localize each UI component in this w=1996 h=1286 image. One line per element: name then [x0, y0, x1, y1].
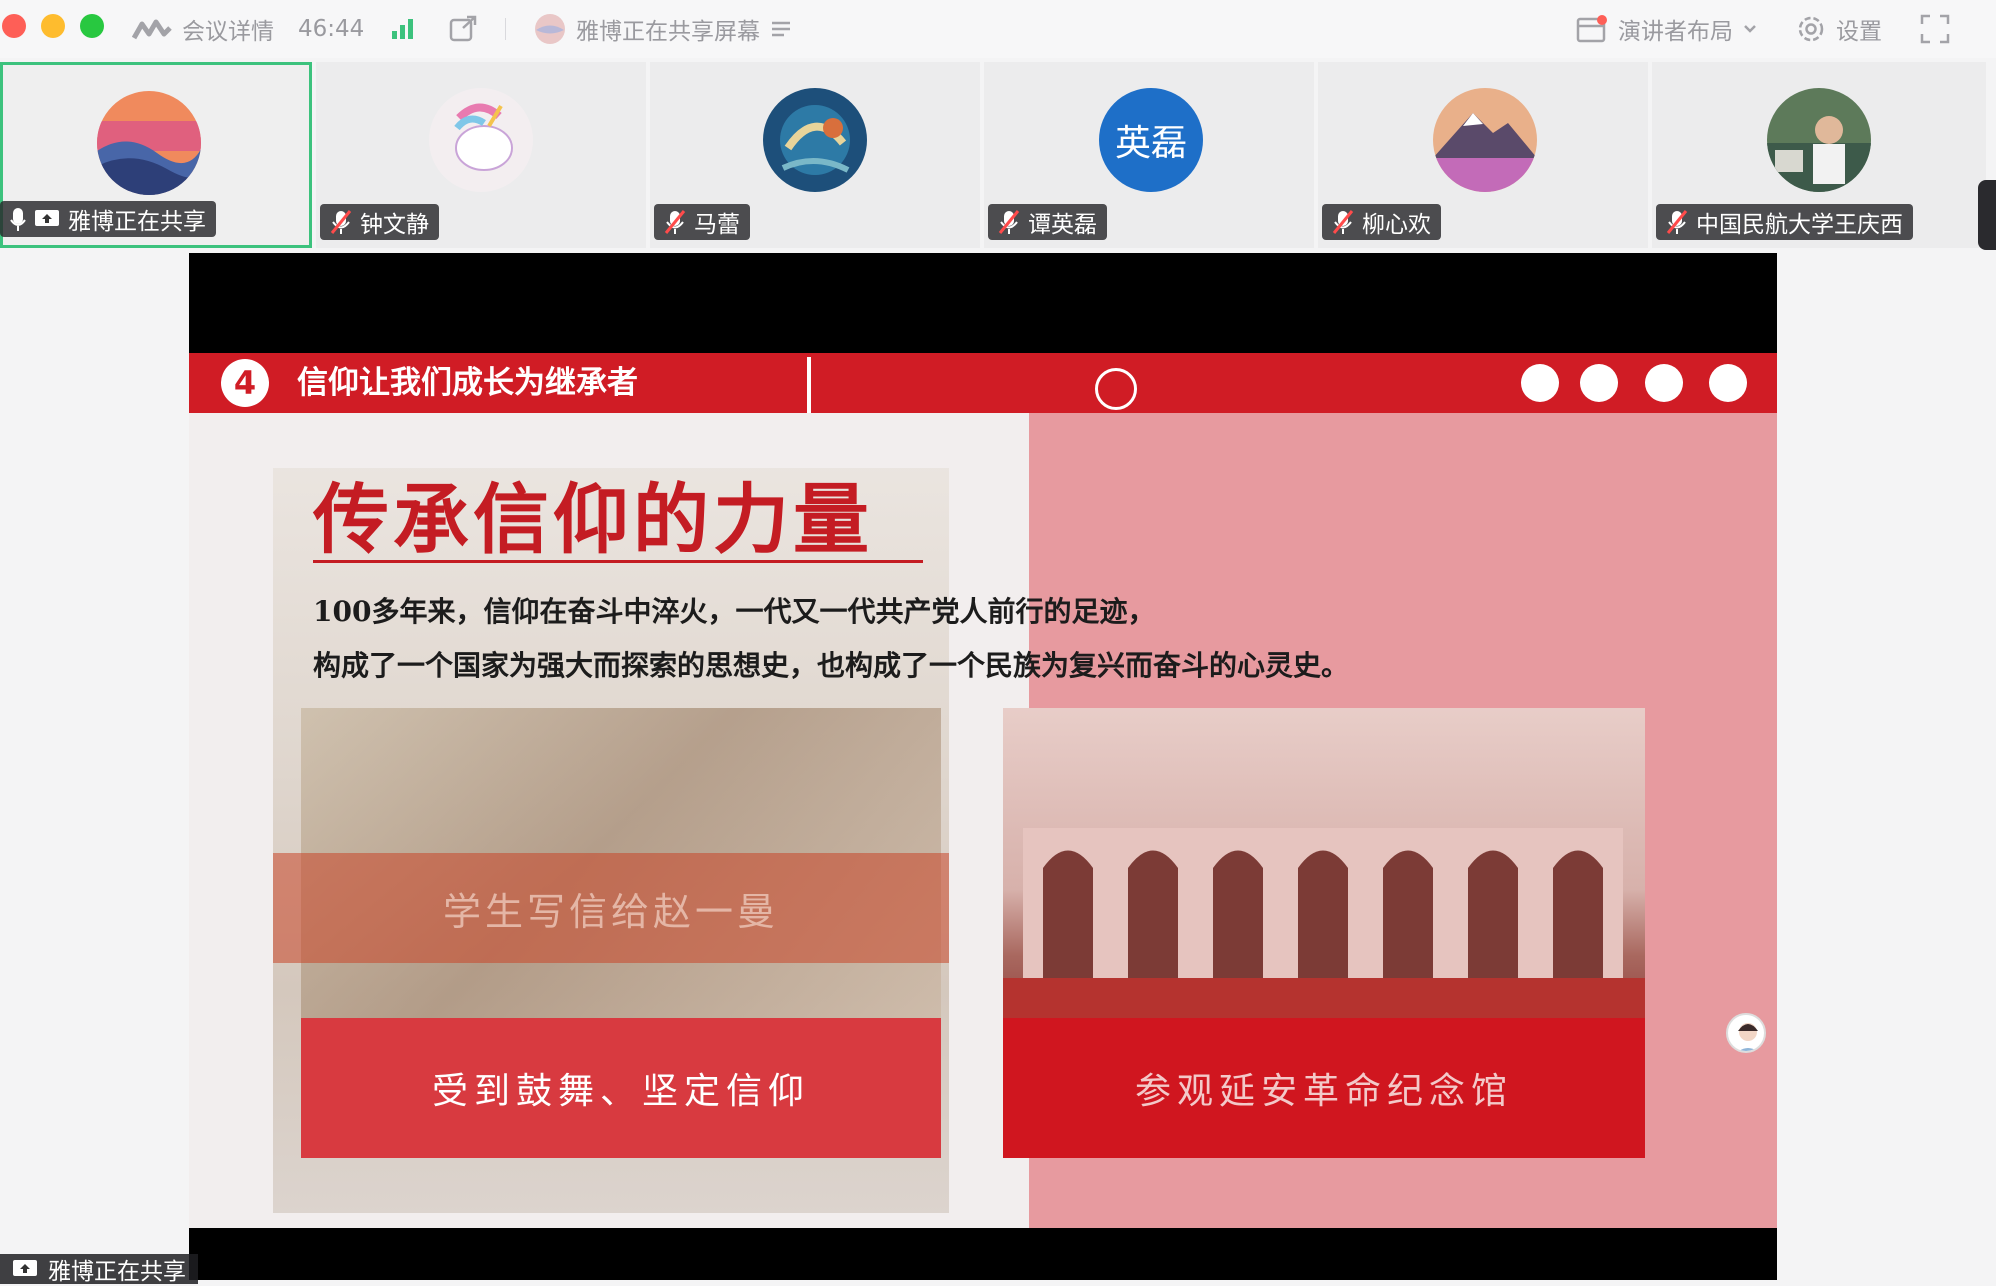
participant-name: 柳心欢: [1362, 212, 1431, 238]
settings-button[interactable]: 设置: [1796, 0, 1882, 58]
meeting-details-button[interactable]: 会议详情: [132, 0, 274, 58]
popout-button[interactable]: [448, 0, 478, 58]
microphone-icon: [10, 206, 26, 232]
fullscreen-icon: [1920, 14, 1950, 44]
participant-name: 谭英磊: [1028, 212, 1097, 238]
participant-avatar: [763, 88, 867, 192]
speaker-layout-label: 演讲者布局: [1618, 19, 1733, 45]
left-photo-banner: 学生写信给赵一曼: [273, 853, 949, 963]
screen-share-icon: [12, 1258, 38, 1280]
mic-off-icon: [998, 209, 1020, 235]
presentation-slide: 4 信仰让我们成长为继承者 传承信仰的力量 100多年来，信仰在奋斗中淬火，一代…: [189, 353, 1777, 1228]
mic-off-icon: [664, 209, 686, 235]
participant-name-tag: 钟文静: [320, 204, 439, 240]
sharing-status-text: 雅博正在共享屏幕: [576, 19, 760, 45]
header-dot-icon: [1580, 364, 1618, 402]
sharer-avatar-icon: [534, 13, 566, 45]
participant-avatar: 英磊: [1099, 88, 1203, 192]
external-link-icon: [448, 15, 478, 43]
slide-section-number: 4: [221, 359, 269, 407]
header-dot-icon: [1645, 364, 1683, 402]
participant-tile[interactable]: 中国民航大学王庆西: [1652, 62, 1986, 248]
bottom-sharing-label: 雅博正在共享: [48, 1259, 186, 1285]
participant-tile[interactable]: 钟文静: [316, 62, 646, 248]
participant-tile[interactable]: 柳心欢: [1318, 62, 1648, 248]
side-panel-handle[interactable]: [1978, 180, 1996, 250]
header-divider: [807, 357, 811, 413]
menu-list-icon[interactable]: [770, 19, 792, 39]
participant-tile[interactable]: 英磊 谭英磊: [984, 62, 1314, 248]
mic-off-icon: [1332, 209, 1354, 235]
chevron-down-icon: [1743, 24, 1757, 34]
mic-off-icon: [330, 209, 352, 235]
minimize-window-button[interactable]: [41, 14, 65, 38]
signal-bars-icon: [390, 17, 416, 41]
gear-icon: [1796, 14, 1826, 44]
meeting-details-label: 会议详情: [182, 19, 274, 45]
screen-share-icon: [34, 208, 60, 230]
header-ring-icon: [1095, 368, 1137, 410]
right-photo-memorial-hall: [1003, 708, 1645, 1038]
toolbar-divider: [505, 18, 506, 40]
speaker-layout-button[interactable]: 演讲者布局: [1576, 0, 1757, 58]
settings-label: 设置: [1836, 19, 1882, 45]
meeting-toolbar: 会议详情 46:44 雅博正在共享屏幕 演讲者布局 设置: [0, 0, 1996, 58]
participant-tile[interactable]: 雅博正在共享: [0, 62, 312, 248]
timer-text: 46:44: [298, 16, 365, 42]
participant-tile[interactable]: 马蕾: [650, 62, 980, 248]
header-dot-icon: [1521, 364, 1559, 402]
participant-name: 雅博正在共享: [68, 209, 206, 235]
participant-avatar: [429, 88, 533, 192]
participant-avatar: [1767, 88, 1871, 192]
title-underline: [313, 560, 923, 563]
participant-strip: 雅博正在共享 钟文静 马蕾 英磊 谭英磊 柳心欢 中国民航大学王庆西: [0, 62, 1996, 248]
participant-name-tag: 雅博正在共享: [0, 201, 216, 237]
paragraph-line: 100多年来，信仰在奋斗中淬火，一代又一代共产党人前行的足迹，: [313, 595, 1156, 628]
participant-name-tag: 谭英磊: [988, 204, 1107, 240]
header-dot-icon: [1709, 364, 1747, 402]
sharing-status[interactable]: 雅博正在共享屏幕: [534, 0, 792, 58]
meeting-timer: 46:44: [298, 0, 364, 58]
participant-name-tag: 马蕾: [654, 204, 750, 240]
memorial-arches-image: [1023, 828, 1623, 978]
participant-avatar: [1433, 88, 1537, 192]
slide-header-bar: 4 信仰让我们成长为继承者: [189, 353, 1777, 413]
participant-name: 钟文静: [360, 212, 429, 238]
slide-paragraph: 100多年来，信仰在奋斗中淬火，一代又一代共产党人前行的足迹， 构成了一个国家为…: [313, 585, 1349, 693]
participant-name: 马蕾: [694, 212, 740, 238]
fullscreen-button[interactable]: [1920, 0, 1950, 58]
participant-name-tag: 中国民航大学王庆西: [1656, 204, 1913, 240]
layout-icon: [1576, 14, 1608, 44]
shared-screen: 4 信仰让我们成长为继承者 传承信仰的力量 100多年来，信仰在奋斗中淬火，一代…: [189, 253, 1777, 1280]
right-caption: 参观延安革命纪念馆: [1003, 1018, 1645, 1158]
paragraph-line: 构成了一个国家为强大而探索的思想史，也构成了一个民族为复兴而奋斗的心灵史。: [313, 649, 1350, 682]
close-window-button[interactable]: [2, 14, 26, 38]
maximize-window-button[interactable]: [80, 14, 104, 38]
slide-section-title: 信仰让我们成长为继承者: [297, 365, 638, 401]
meeting-logo-icon: [132, 18, 172, 40]
slide-main-title: 传承信仰的力量: [313, 475, 873, 564]
participant-avatar: [97, 91, 201, 195]
participant-name-tag: 柳心欢: [1322, 204, 1441, 240]
participant-name: 中国民航大学王庆西: [1696, 212, 1903, 238]
left-caption: 受到鼓舞、坚定信仰: [301, 1018, 941, 1158]
network-signal-button[interactable]: [390, 0, 416, 58]
presenter-cursor-avatar: [1726, 1013, 1766, 1053]
avatar-initials: 英磊: [1114, 123, 1187, 164]
mic-off-icon: [1666, 209, 1688, 235]
